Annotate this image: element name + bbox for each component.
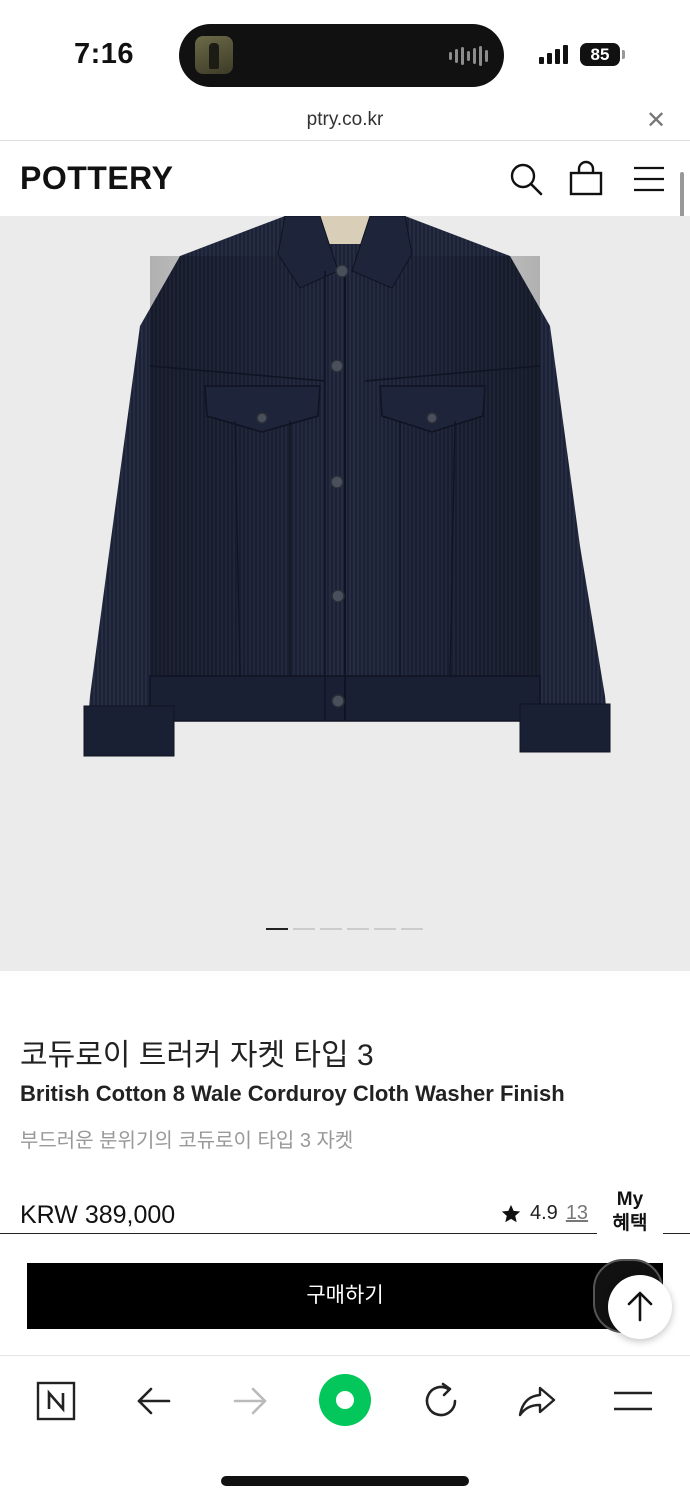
gallery-dot[interactable] [401,928,423,930]
status-time: 7:16 [74,38,135,70]
product-image-gallery[interactable] [0,216,690,971]
review-count-link[interactable]: 13 [566,1202,588,1225]
arrow-up-icon [627,1291,653,1322]
menu-icon[interactable] [610,1378,656,1424]
gallery-dot[interactable] [293,928,315,930]
product-title-en: British Cotton 8 Wale Corduroy Cloth Was… [20,1081,565,1106]
my-benefit-button[interactable]: My 혜택 [597,1188,663,1242]
divider [0,1233,690,1234]
rating-value: 4.9 [530,1202,558,1224]
cellular-signal-icon [539,44,568,64]
status-bar: 7:16 85 [0,0,690,100]
dynamic-island[interactable] [179,24,504,87]
product-rating[interactable]: 4.9 13 [500,1202,588,1225]
url-bar[interactable]: ptry.co.kr ✕ [0,100,690,141]
gallery-dot[interactable] [320,928,342,930]
close-icon[interactable]: ✕ [646,106,666,135]
site-header: POTTERY [0,141,690,216]
gallery-pagination[interactable] [266,928,423,930]
share-icon[interactable] [514,1378,560,1424]
buy-button[interactable]: 구매하기 [27,1263,663,1329]
home-indicator [221,1476,469,1486]
menu-icon[interactable] [629,159,669,199]
battery-icon: 85 [580,43,620,66]
battery-tip [622,50,625,59]
my-benefit-label-2: 혜택 [612,1213,648,1234]
now-playing-thumbnail [195,36,233,74]
forward-arrow-icon[interactable] [227,1378,273,1424]
product-title: 코듀로이 트러커 자켓 타입 3 [20,1039,374,1072]
naver-icon[interactable] [33,1378,79,1424]
shopping-bag-icon[interactable] [566,159,606,199]
back-arrow-icon[interactable] [131,1378,177,1424]
product-price: KRW 389,000 [20,1201,176,1229]
search-icon[interactable] [506,159,546,199]
gallery-dot[interactable] [347,928,369,930]
scroll-to-top-button[interactable] [608,1275,672,1339]
star-icon [501,1204,521,1222]
reload-icon[interactable] [418,1378,464,1424]
gallery-dot[interactable] [374,928,396,930]
green-dot-icon[interactable] [318,1373,372,1427]
url-text[interactable]: ptry.co.kr [0,109,690,131]
jacket-image [83,216,611,757]
site-logo[interactable]: POTTERY [20,160,173,197]
product-subtitle: 부드러운 분위기의 코듀로이 타입 3 자켓 [20,1130,354,1152]
my-benefit-label-1: My [616,1189,644,1210]
gallery-dot[interactable] [266,928,288,930]
audio-wave-icon [449,46,488,66]
